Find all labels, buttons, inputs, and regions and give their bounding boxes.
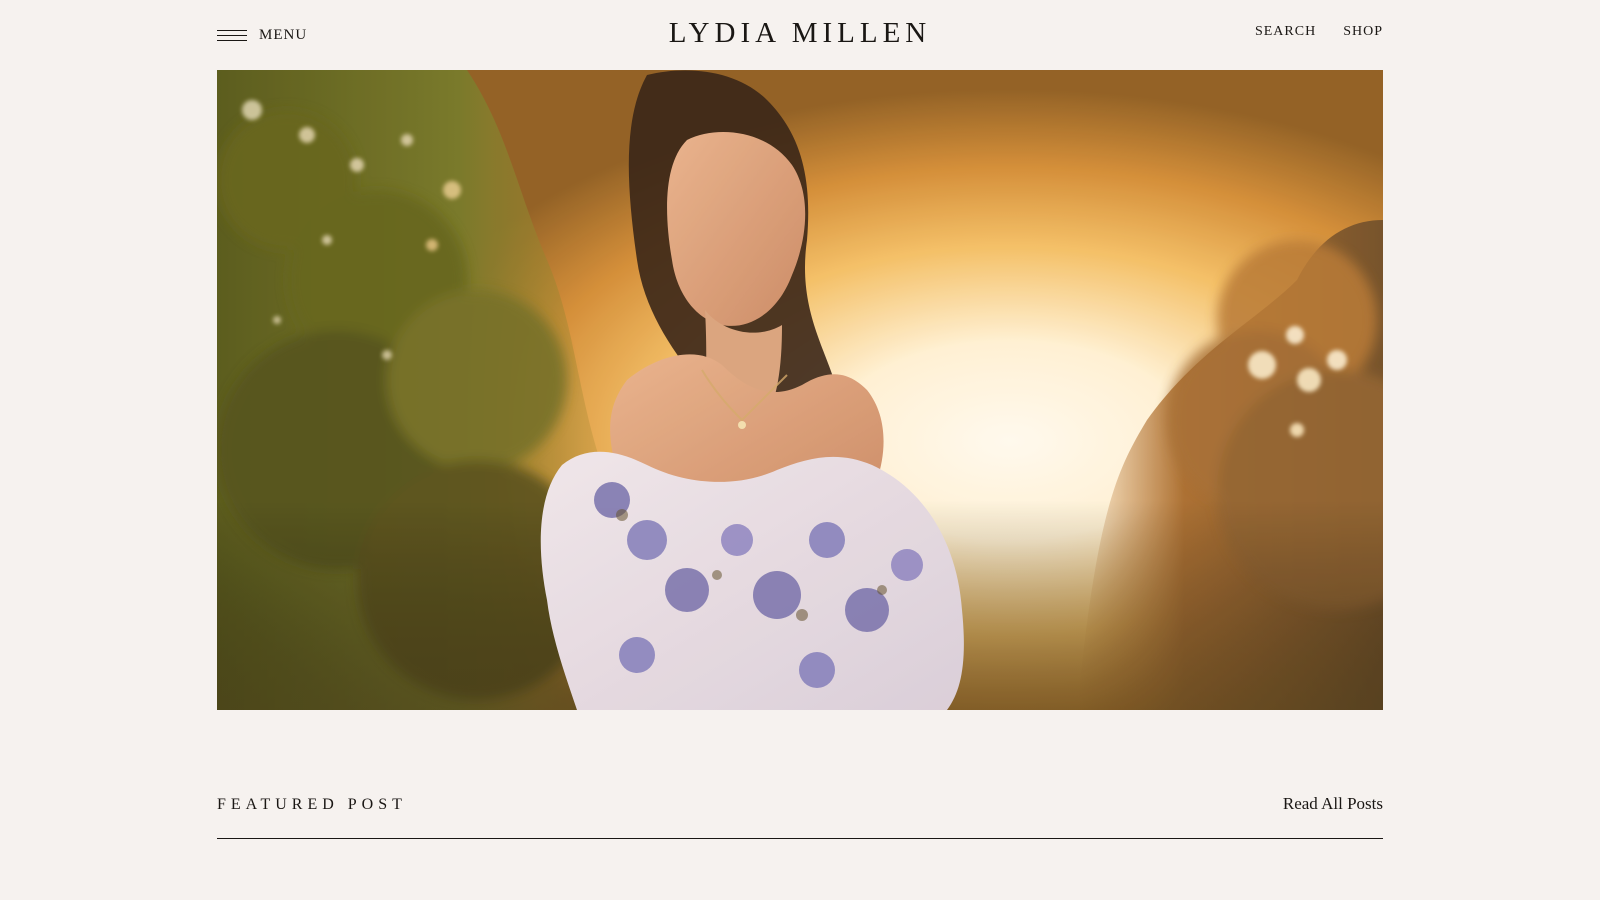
site-header: MENU LYDIA MILLEN SEARCH SHOP xyxy=(217,0,1383,70)
featured-post-title: FEATURED POST xyxy=(217,796,407,813)
shop-link[interactable]: SHOP xyxy=(1343,24,1383,40)
top-nav: SEARCH SHOP xyxy=(1255,24,1383,40)
read-all-posts-link[interactable]: Read All Posts xyxy=(1283,794,1383,814)
hero-image[interactable] xyxy=(217,70,1383,710)
site-logo[interactable]: LYDIA MILLEN xyxy=(217,17,1383,50)
search-link[interactable]: SEARCH xyxy=(1255,24,1316,40)
featured-post-header: FEATURED POST Read All Posts xyxy=(217,790,1383,839)
hero-photo xyxy=(217,70,1383,710)
